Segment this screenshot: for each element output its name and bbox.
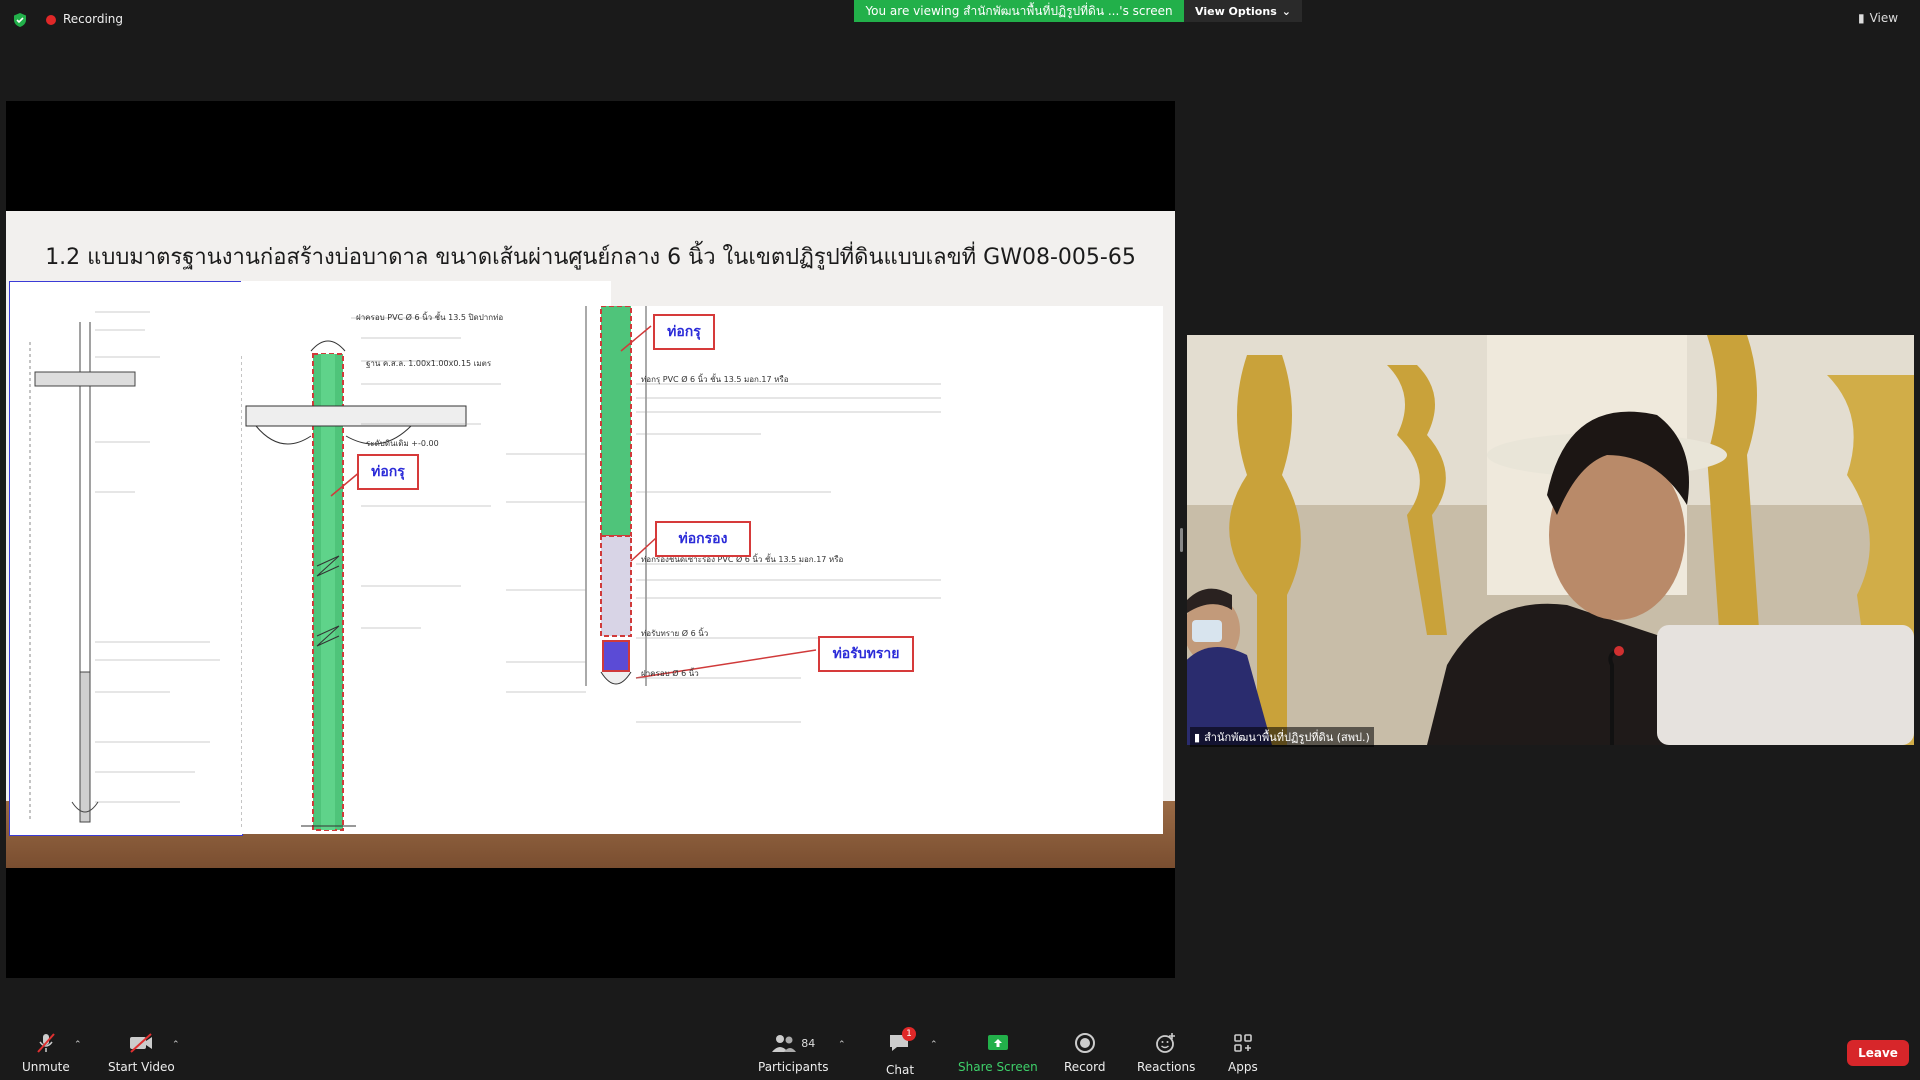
participant-video[interactable] (1187, 335, 1914, 745)
viewing-banner: You are viewing สำนักพัฒนาพื้นที่ปฏิรูปท… (854, 0, 1184, 22)
split-divider-handle[interactable] (1180, 528, 1183, 552)
reactions-button[interactable]: Reactions (1137, 1032, 1195, 1074)
view-button[interactable]: ▮ View (1858, 11, 1898, 25)
presentation-slide: 1.2 แบบมาตรฐานงานก่อสร้างบ่อบาดาล ขนาดเส… (6, 211, 1175, 868)
participant-name: สำนักพัฒนาพื้นที่ปฏิรูปที่ดิน (สพป.) (1204, 731, 1370, 744)
share-screen-label: Share Screen (958, 1060, 1038, 1074)
recording-dot-icon (46, 15, 56, 25)
view-label: View (1869, 11, 1899, 25)
top-bar: Recording You are viewing สำนักพัฒนาพื้น… (0, 0, 1920, 40)
view-options-button[interactable]: View Options ⌄ (1184, 0, 1302, 22)
participants-options-caret-icon[interactable]: ⌃ (838, 1040, 846, 1050)
audio-options-caret-icon[interactable]: ⌃ (74, 1040, 82, 1050)
share-screen-button[interactable]: Share Screen (958, 1032, 1038, 1074)
well-drawing-overview (9, 281, 243, 836)
label-pipe-screen: ท่อกรอง (655, 521, 751, 557)
chevron-down-icon: ⌄ (1281, 4, 1291, 18)
note-water-level: ระดับดินเดิม +-0.00 (366, 439, 439, 448)
reactions-label: Reactions (1137, 1060, 1196, 1074)
label-pipe-blind-middle: ท่อกรุ (357, 454, 419, 490)
well-drawing-details: ฝาครอบ PVC Ø 6 นิ้ว ชั้น 13.5 ปิดปากท่อ … (240, 305, 1163, 834)
apps-button[interactable]: Apps (1228, 1032, 1258, 1074)
note-base: ฐาน ค.ส.ล. 1.00x1.00x0.15 เมตร (366, 359, 492, 368)
video-frame (1187, 335, 1914, 745)
chat-unread-badge: 1 (902, 1027, 917, 1041)
reactions-smiley-icon (1156, 1033, 1176, 1053)
record-label: Record (1064, 1060, 1106, 1074)
chat-options-caret-icon[interactable]: ⌃ (930, 1040, 938, 1050)
drawing-header-strip (241, 281, 611, 307)
share-screen-icon (987, 1035, 1008, 1050)
slide-title: 1.2 แบบมาตรฐานงานก่อสร้างบ่อบาดาล ขนาดเส… (45, 245, 1136, 270)
participants-icon (772, 1035, 797, 1052)
well-detail-diagram: ฝาครอบ PVC Ø 6 นิ้ว ชั้น 13.5 ปิดปากท่อ … (240, 305, 941, 831)
layout-icon: ▮ (1858, 11, 1865, 25)
well-overview-diagram (29, 311, 220, 823)
unmute-button[interactable]: Unmute (22, 1032, 70, 1074)
apps-label: Apps (1228, 1060, 1258, 1074)
note-sand-pipe: ท่อรับทราย Ø 6 นิ้ว (641, 627, 708, 638)
unmute-label: Unmute (22, 1060, 70, 1074)
label-pipe-sand: ท่อรับทราย (818, 636, 914, 672)
shield-icon[interactable] (12, 12, 28, 28)
participant-name-tag: ▮ สำนักพัฒนาพื้นที่ปฏิรูปที่ดิน (สพป.) (1190, 727, 1374, 747)
chat-button[interactable]: 1 Chat (886, 1027, 917, 1077)
signal-bars-icon: ▮ (1194, 730, 1201, 744)
shared-screen: 1.2 แบบมาตรฐานงานก่อสร้างบ่อบาดาล ขนาดเส… (6, 101, 1175, 978)
record-icon (1074, 1033, 1095, 1053)
participants-count: 84 (801, 1036, 816, 1050)
video-camera-off-icon (130, 1033, 153, 1053)
start-video-label: Start Video (108, 1060, 175, 1074)
apps-grid-icon (1234, 1034, 1252, 1052)
note-end-cap: ฝาครอบ Ø 6 นิ้ว (641, 667, 699, 678)
view-options-label: View Options (1195, 4, 1277, 18)
note-pvc-cap: ฝาครอบ PVC Ø 6 นิ้ว ชั้น 13.5 ปิดปากท่อ (356, 311, 503, 322)
participants-label: Participants (758, 1060, 829, 1074)
microphone-muted-icon (37, 1033, 55, 1053)
video-options-caret-icon[interactable]: ⌃ (172, 1040, 180, 1050)
participants-button[interactable]: 84 Participants (758, 1032, 829, 1074)
chat-label: Chat (886, 1063, 915, 1077)
note-pvc-blind: ท่อกรุ PVC Ø 6 นิ้ว ชั้น 13.5 มอก.17 หรื… (641, 373, 789, 384)
recording-label: Recording (63, 12, 124, 26)
label-pipe-blind-right: ท่อกรุ (653, 314, 715, 350)
record-button[interactable]: Record (1064, 1032, 1105, 1074)
leave-button[interactable]: Leave (1847, 1040, 1909, 1066)
meeting-toolbar: Unmute ⌃ Start Video ⌃ 84 Participants ⌃… (0, 1020, 1920, 1080)
start-video-button[interactable]: Start Video (108, 1032, 175, 1074)
